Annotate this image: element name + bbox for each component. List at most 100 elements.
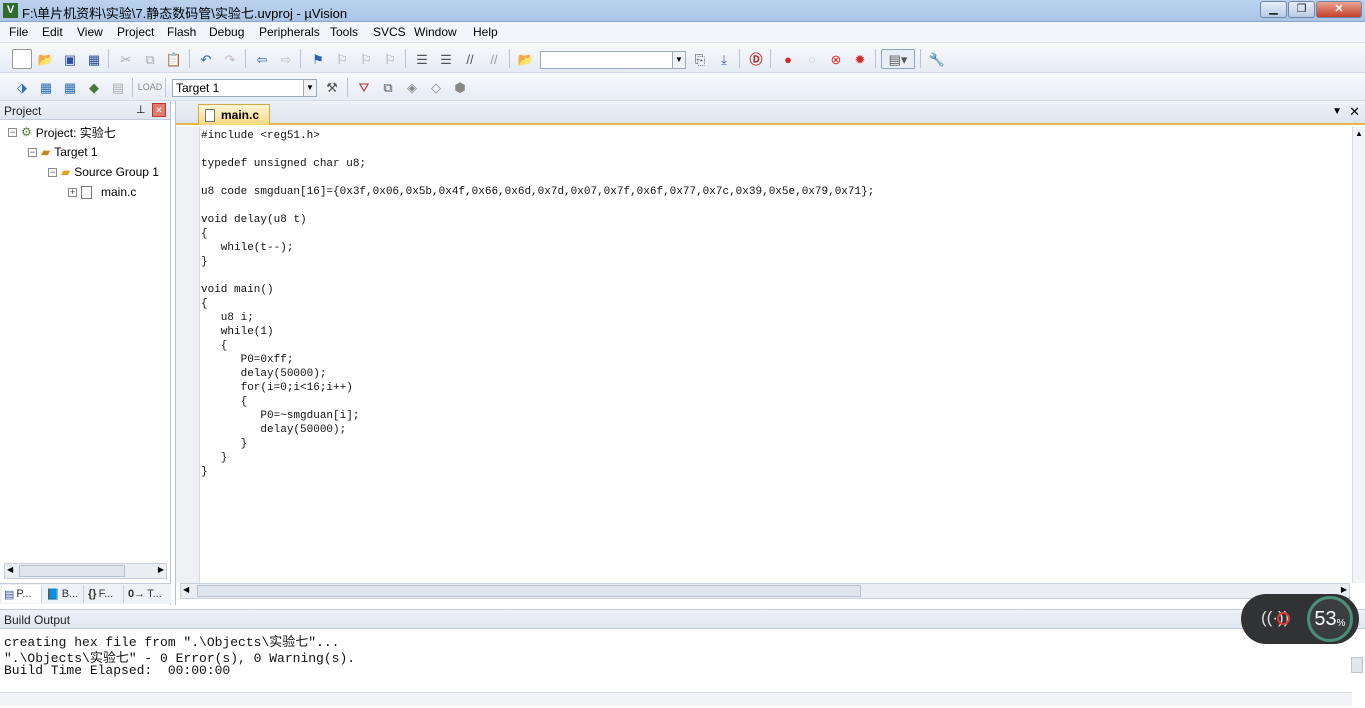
build-output-vscrollbar[interactable] (1351, 657, 1363, 673)
paste-icon[interactable]: 📋 (164, 49, 184, 69)
expand-icon[interactable]: + (68, 187, 77, 197)
manage-rte-icon[interactable]: ◈ (402, 77, 422, 97)
menu-view[interactable]: View (77, 25, 103, 39)
project-hscrollbar[interactable]: ◀ ▶ (4, 563, 167, 579)
batch-build-icon[interactable]: ◆ (84, 77, 104, 97)
bookmark-icon[interactable]: ⚑ (308, 49, 328, 69)
indent-icon[interactable]: ☰ (412, 49, 432, 69)
scroll-thumb[interactable] (197, 585, 861, 597)
redo-icon[interactable]: ↷ (220, 49, 240, 69)
collapse-icon[interactable]: − (28, 147, 37, 157)
chevron-down-icon[interactable]: ▼ (672, 52, 685, 68)
maximize-button[interactable]: ❐ (1288, 1, 1315, 18)
find-icon[interactable]: ⎘ (690, 49, 710, 69)
menu-tools[interactable]: Tools (330, 25, 358, 39)
stop-build-icon[interactable]: ▤ (108, 77, 128, 97)
bookmark-prev-icon[interactable]: ⚐ (332, 49, 352, 69)
editor-hscrollbar[interactable]: ◀ ▶ (180, 583, 1350, 599)
manage-project-items-icon[interactable]: ⛛ (354, 77, 374, 97)
tree-item-target[interactable]: − ▰ Target 1 (28, 143, 98, 161)
menu-project[interactable]: Project (117, 25, 154, 39)
tree-item-project[interactable]: − ⚙ Project: 实验七 (8, 123, 116, 141)
menu-window[interactable]: Window (414, 25, 457, 39)
editor-tab-strip: main.c ▼ ✕ (176, 101, 1365, 125)
pack-installer-icon[interactable]: ◇ (426, 77, 446, 97)
target-options-icon[interactable]: ⚒ (322, 77, 342, 97)
code-line: } (201, 466, 208, 478)
bookmark-next-icon[interactable]: ⚐ (356, 49, 376, 69)
tree-item-file[interactable]: + main.c (68, 183, 136, 201)
configure-icon[interactable]: 🔧 (927, 49, 947, 69)
window-layout-icon[interactable]: ▤▾ (881, 49, 915, 69)
unindent-icon[interactable]: ☰ (436, 49, 456, 69)
scroll-up-icon[interactable]: ▲ (1355, 129, 1363, 138)
cut-icon[interactable]: ✂ (116, 49, 136, 69)
code-line: u8 code smgduan[16]={0x3f,0x06,0x5b,0x4f… (201, 186, 875, 198)
close-panel-icon[interactable]: ✕ (152, 103, 166, 117)
select-packs-icon[interactable]: ⧉ (378, 77, 398, 97)
tab-list-icon[interactable]: ▼ (1332, 106, 1342, 117)
code-text[interactable]: #include <reg51.h> typedef unsigned char… (201, 129, 874, 479)
menu-edit[interactable]: Edit (42, 25, 63, 39)
close-editor-icon[interactable]: ✕ (1349, 104, 1360, 120)
undo-icon[interactable]: ↶ (196, 49, 216, 69)
tab-functions[interactable]: {} F... (86, 585, 124, 603)
chevron-down-icon[interactable]: ▼ (303, 80, 316, 96)
collapse-icon[interactable]: − (48, 167, 57, 177)
menu-help[interactable]: Help (473, 25, 498, 39)
copy-icon[interactable]: ⧉ (140, 49, 160, 69)
enable-breakpoint-icon[interactable]: ○ (802, 49, 822, 69)
open-file-icon[interactable]: 📂 (36, 49, 56, 69)
tree-label: Target 1 (54, 145, 98, 159)
download-icon[interactable]: LOAD (138, 77, 163, 97)
bookmark-clear-icon[interactable]: ⚐ (380, 49, 400, 69)
tab-main-c[interactable]: main.c (198, 104, 270, 125)
tab-project[interactable]: ▤ P... (2, 585, 42, 603)
toolbar-separator (165, 78, 166, 97)
collapse-icon[interactable]: − (8, 127, 17, 137)
navigate-forward-icon[interactable]: ⇨ (276, 49, 296, 69)
comment-icon[interactable]: // (460, 49, 480, 69)
scroll-right-icon[interactable]: ▶ (158, 565, 164, 574)
build-icon[interactable]: ▦ (36, 77, 56, 97)
incremental-find-icon[interactable]: ⤓ (714, 49, 734, 69)
disable-breakpoints-icon[interactable]: ⊗ (826, 49, 846, 69)
save-icon[interactable]: ▣ (60, 49, 80, 69)
menu-svcs[interactable]: SVCS (373, 25, 406, 39)
navigate-back-icon[interactable]: ⇦ (252, 49, 272, 69)
scroll-left-icon[interactable]: ◀ (7, 565, 13, 574)
save-all-icon[interactable]: ▦ (84, 49, 104, 69)
code-line: while(t--); (201, 242, 294, 254)
software-packs-icon[interactable]: ⬢ (450, 77, 470, 97)
menu-flash[interactable]: Flash (167, 25, 196, 39)
insert-breakpoint-icon[interactable]: ● (778, 49, 798, 69)
tab-books[interactable]: 📘 B... (44, 585, 84, 603)
find-combo[interactable]: ▼ (540, 51, 686, 69)
menu-file[interactable]: File (9, 25, 28, 39)
minimize-button[interactable]: ▁ (1260, 1, 1287, 18)
build-output-pane[interactable]: creating hex file from ".\Objects\实验七"..… (0, 629, 1365, 708)
editor-vscrollbar[interactable]: ▲ (1352, 127, 1365, 583)
find-in-files-icon[interactable]: 📂 (516, 49, 536, 69)
debug-session-icon[interactable]: Ⓓ (746, 49, 766, 69)
scroll-right-icon[interactable]: ▶ (1341, 585, 1347, 594)
tab-templates[interactable]: 0→ T... (126, 585, 168, 603)
scroll-left-icon[interactable]: ◀ (183, 585, 189, 594)
target-select-value: Target 1 (176, 81, 220, 95)
rebuild-icon[interactable]: ▦ (60, 77, 80, 97)
target-select[interactable]: Target 1 ▼ (172, 79, 317, 97)
kill-breakpoints-icon[interactable]: ✹ (850, 49, 870, 69)
pin-icon[interactable]: ⊥ (136, 103, 146, 116)
menu-peripherals[interactable]: Peripherals (259, 25, 320, 39)
network-widget[interactable]: ((·)) 53% (1241, 594, 1359, 644)
translate-icon[interactable]: ⬗ (12, 77, 32, 97)
close-button[interactable]: ✕ (1316, 1, 1362, 18)
menu-debug[interactable]: Debug (209, 25, 244, 39)
code-line: } (201, 452, 228, 464)
scroll-thumb[interactable] (19, 565, 125, 577)
new-file-icon[interactable] (12, 49, 32, 69)
tree-item-group[interactable]: − ▰ Source Group 1 (48, 163, 159, 181)
build-output-hscrollbar[interactable] (0, 692, 1352, 706)
uncomment-icon[interactable]: // (484, 49, 504, 69)
